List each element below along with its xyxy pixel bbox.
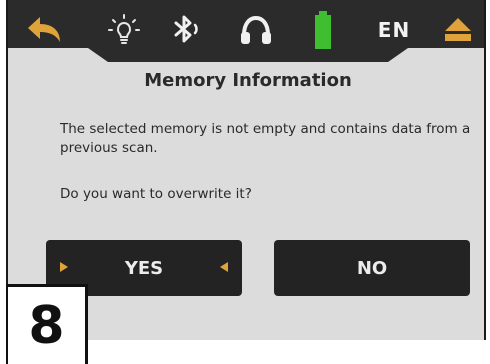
headphones-icon[interactable]: [234, 10, 278, 50]
no-button[interactable]: NO: [274, 240, 470, 296]
language-label[interactable]: EN: [372, 14, 416, 46]
step-number-badge: 8: [6, 284, 88, 364]
no-button-label: NO: [356, 257, 388, 279]
device-frame: EN Memory Information The selected memor…: [0, 0, 490, 364]
bluetooth-icon[interactable]: [168, 10, 208, 50]
selection-arrow-left-icon: [220, 262, 228, 272]
yes-button-label: YES: [124, 257, 164, 279]
step-number: 8: [28, 295, 65, 356]
dialog-title: Memory Information: [144, 70, 352, 91]
selection-arrow-right-icon: [60, 262, 68, 272]
back-arrow-icon[interactable]: [20, 10, 68, 50]
dialog-message: The selected memory is not empty and con…: [60, 121, 471, 156]
lightbulb-icon[interactable]: [104, 10, 144, 50]
eject-icon[interactable]: [438, 10, 478, 50]
battery-icon: [308, 10, 338, 50]
dialog-question: Do you want to overwrite it?: [60, 186, 252, 202]
